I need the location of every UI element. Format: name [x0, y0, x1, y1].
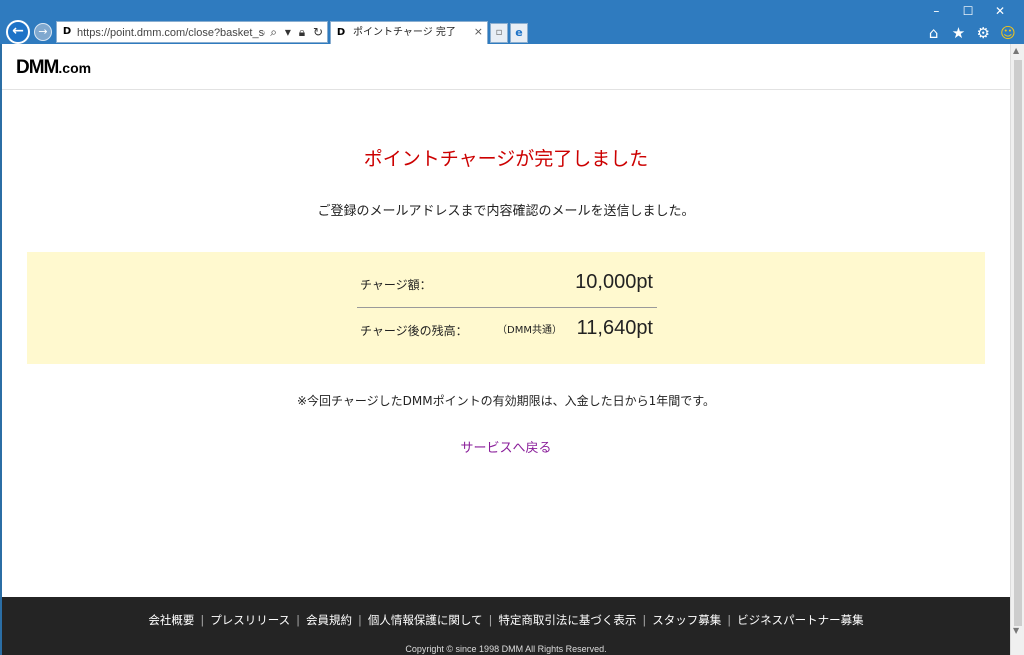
- scrollbar-thumb[interactable]: [1014, 60, 1022, 626]
- tab-favicon-icon: D: [336, 27, 346, 38]
- address-url[interactable]: https://point.dmm.com/close?basket_serv: [77, 25, 265, 41]
- charge-summary: チャージ額： 10,000pt チャージ後の残高： （DMM共通） 11,640…: [27, 252, 985, 364]
- home-icon[interactable]: ⌂: [924, 23, 944, 43]
- dmm-logo[interactable]: DMM.com: [16, 58, 91, 78]
- window-controls: – ☐ ✕: [922, 2, 1014, 20]
- footer-link-terms[interactable]: 会員規約: [300, 613, 358, 627]
- footer-link-partners[interactable]: ビジネスパートナー募集: [731, 613, 870, 627]
- charge-amount-row: チャージ額： 10,000pt: [357, 266, 657, 308]
- tab-close-icon[interactable]: ×: [474, 25, 483, 39]
- toolbar-icons: ⌂ ★ ⚙ ☺: [924, 23, 1018, 43]
- tab-title[interactable]: ポイントチャージ 完了: [353, 26, 471, 40]
- tab-active[interactable]: D ポイントチャージ 完了 ×: [330, 21, 488, 44]
- address-bar[interactable]: D https://point.dmm.com/close?basket_ser…: [56, 21, 328, 43]
- ie-icon[interactable]: e: [510, 23, 528, 43]
- gear-icon[interactable]: ⚙: [973, 23, 993, 43]
- logo-main: DMM: [16, 57, 59, 78]
- back-to-service-link[interactable]: サービスへ戻る: [2, 440, 1010, 458]
- footer-link-privacy[interactable]: 個人情報保護に関して: [362, 613, 489, 627]
- vertical-scrollbar[interactable]: ▲ ▼: [1010, 44, 1024, 655]
- charge-amount-value: 10,000pt: [575, 271, 653, 293]
- site-footer: 会社概要 | プレスリリース | 会員規約 | 個人情報保護に関して | 特定商取引法に基づく表…: [2, 597, 1010, 655]
- site-header: DMM.com: [2, 44, 1010, 90]
- forward-arrow-icon[interactable]: →: [34, 23, 52, 41]
- page-title: ポイントチャージが完了しました: [363, 148, 649, 170]
- page-viewport: DMM.com ポイントチャージが完了しました ご登録のメールアドレスまで内容確…: [2, 44, 1010, 655]
- footer-link-company[interactable]: 会社概要: [142, 613, 200, 627]
- balance-note: （DMM共通）: [497, 325, 562, 336]
- footer-link-press[interactable]: プレスリリース: [204, 613, 296, 627]
- back-arrow-icon[interactable]: ←: [6, 20, 30, 44]
- scroll-up-icon[interactable]: ▲: [1013, 46, 1019, 55]
- close-window-icon[interactable]: ✕: [986, 2, 1014, 20]
- star-icon[interactable]: ★: [948, 23, 968, 43]
- minimize-icon[interactable]: –: [922, 2, 950, 20]
- address-bar-icons: ⌕ ▾ 🔒︎ ↻: [266, 24, 323, 40]
- footer-link-commerce-law[interactable]: 特定商取引法に基づく表示: [492, 613, 642, 627]
- new-tab-icon[interactable]: ▫: [490, 23, 508, 43]
- smiley-icon[interactable]: ☺: [998, 23, 1018, 43]
- email-notice: ご登録のメールアドレスまで内容確認のメールを送信しました。: [317, 204, 695, 219]
- balance-value: 11,640pt: [576, 317, 653, 339]
- logo-suffix: .com: [58, 60, 92, 76]
- maximize-icon[interactable]: ☐: [954, 2, 982, 20]
- refresh-icon[interactable]: ↻: [313, 24, 323, 40]
- search-icon[interactable]: ⌕: [270, 24, 277, 40]
- footer-link-careers[interactable]: スタッフ募集: [646, 613, 727, 627]
- balance-label: チャージ後の残高：: [360, 324, 468, 338]
- site-favicon-icon: D: [61, 26, 73, 38]
- browser-chrome: ← → D https://point.dmm.com/close?basket…: [0, 0, 1024, 44]
- copyright: Copyright © since 1998 DMM All Rights Re…: [405, 644, 607, 654]
- lock-icon[interactable]: 🔒︎: [299, 24, 305, 40]
- charge-amount-label: チャージ額：: [360, 278, 432, 292]
- dropdown-icon[interactable]: ▾: [285, 24, 291, 40]
- balance-row: チャージ後の残高： （DMM共通） 11,640pt: [357, 312, 657, 352]
- scroll-down-icon[interactable]: ▼: [1013, 626, 1019, 635]
- footer-links: 会社概要 | プレスリリース | 会員規約 | 個人情報保護に関して | 特定商取引法に基づく表…: [2, 611, 1010, 629]
- expiry-note: ※今回チャージしたDMMポイントの有効期限は、入金した日から1年間です。: [296, 394, 716, 408]
